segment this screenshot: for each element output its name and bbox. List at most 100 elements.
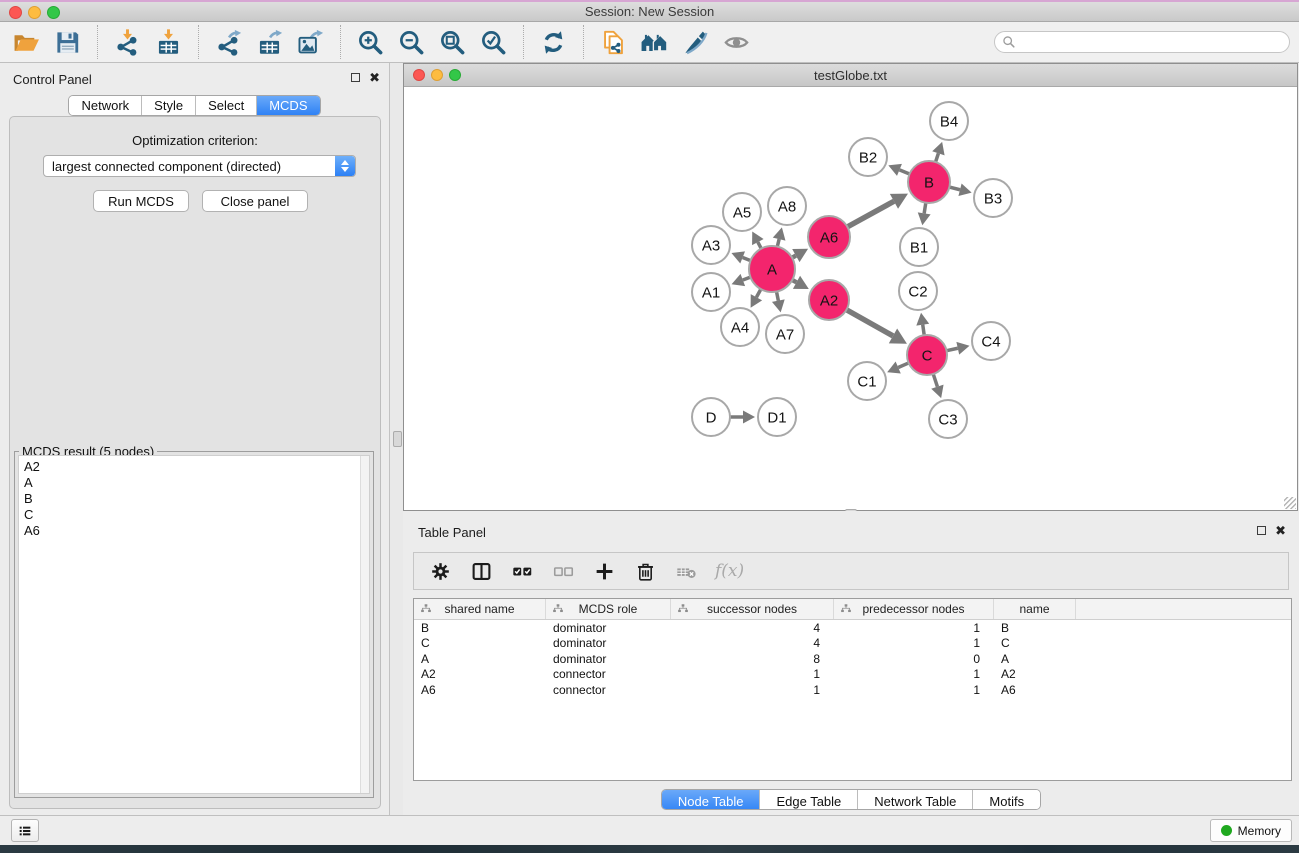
close-window-icon[interactable]	[9, 6, 22, 19]
zoom-fit-button[interactable]	[437, 26, 468, 58]
node-C2[interactable]	[899, 272, 937, 310]
tab-select[interactable]: Select	[195, 96, 256, 115]
table-cell[interactable]: dominator	[546, 636, 671, 652]
table-cell[interactable]: A6	[414, 682, 546, 698]
table-cell[interactable]: A2	[414, 667, 546, 683]
deselect-all-button[interactable]	[551, 558, 575, 584]
table-cell[interactable]: 1	[834, 636, 994, 652]
node-B3[interactable]	[974, 179, 1012, 217]
mcds-result-list[interactable]: A2ABCA6	[18, 455, 370, 794]
edge-A-A5[interactable]	[758, 242, 761, 249]
result-list-item[interactable]: A6	[19, 523, 369, 539]
edge-B-B2[interactable]	[899, 170, 909, 174]
table-row[interactable]: Adominator80A	[414, 651, 1291, 667]
maximize-window-icon[interactable]	[47, 6, 60, 19]
table-cell[interactable]: B	[994, 620, 1076, 636]
delete-table-button[interactable]	[674, 558, 698, 584]
edge-A-A8[interactable]	[777, 239, 779, 247]
edge-B-B4[interactable]	[936, 153, 939, 162]
tab-network[interactable]: Network	[69, 96, 141, 115]
table-cell[interactable]: A	[414, 651, 546, 667]
edge-C-C3[interactable]	[933, 374, 937, 387]
search-input[interactable]	[1020, 33, 1289, 51]
table-cell[interactable]: 1	[834, 682, 994, 698]
result-list-item[interactable]: B	[19, 491, 369, 507]
table-close-icon[interactable]: ✖	[1275, 525, 1286, 536]
run-mcds-button[interactable]: Run MCDS	[93, 190, 189, 212]
vertical-divider-grip[interactable]	[393, 431, 402, 447]
minimize-window-icon[interactable]	[28, 6, 41, 19]
tab-node-table[interactable]: Node Table	[662, 790, 760, 810]
select-all-button[interactable]	[510, 558, 534, 584]
resize-corner-handle[interactable]	[1284, 497, 1296, 509]
table-cell[interactable]: 4	[671, 636, 834, 652]
column-header-successor-nodes[interactable]: successor nodes	[671, 599, 834, 619]
edge-C-C2[interactable]	[923, 325, 924, 336]
table-cell[interactable]: dominator	[546, 620, 671, 636]
table-cell[interactable]: 1	[671, 667, 834, 683]
table-cell[interactable]: connector	[546, 682, 671, 698]
node-A2[interactable]	[809, 280, 849, 320]
node-D1[interactable]	[758, 398, 796, 436]
float-panel-icon[interactable]	[351, 73, 360, 82]
table-cell[interactable]: C	[414, 636, 546, 652]
table-cell[interactable]: 1	[834, 620, 994, 636]
node-A1[interactable]	[692, 273, 730, 311]
edge-C-C4[interactable]	[947, 348, 958, 350]
network-canvas[interactable]: AA1A2A3A4A5A6A7A8BB1B2B3B4CC1C2C3C4DD1	[404, 87, 1297, 509]
tab-motifs[interactable]: Motifs	[972, 790, 1040, 810]
split-pane-button[interactable]	[469, 558, 493, 584]
open-folder-button[interactable]	[11, 26, 42, 58]
node-B2[interactable]	[849, 138, 887, 176]
houses-button[interactable]	[639, 26, 670, 58]
node-C4[interactable]	[972, 322, 1010, 360]
table-row[interactable]: A2connector11A2	[414, 667, 1291, 683]
edge-A-A7[interactable]	[777, 292, 779, 301]
edge-A6-B[interactable]	[847, 201, 894, 227]
zoom-in-button[interactable]	[355, 26, 386, 58]
zoom-out-button[interactable]	[396, 26, 427, 58]
criterion-dropdown[interactable]: largest connected component (directed)	[43, 155, 356, 177]
node-B4[interactable]	[930, 102, 968, 140]
node-A5[interactable]	[723, 193, 761, 231]
delete-button[interactable]	[633, 558, 657, 584]
export-image-button[interactable]	[295, 26, 326, 58]
result-list-item[interactable]: C	[19, 507, 369, 523]
add-button[interactable]	[592, 558, 616, 584]
import-table-button[interactable]	[153, 26, 184, 58]
close-panel-icon[interactable]: ✖	[369, 72, 380, 83]
table-row[interactable]: Bdominator41B	[414, 620, 1291, 636]
tab-edge-table[interactable]: Edge Table	[759, 790, 857, 810]
search-field[interactable]	[994, 31, 1290, 53]
edge-B-B3[interactable]	[949, 187, 960, 190]
result-list-item[interactable]: A2	[19, 459, 369, 475]
import-network-button[interactable]	[112, 26, 143, 58]
edge-A-A1[interactable]	[743, 277, 751, 280]
table-cell[interactable]: 1	[671, 682, 834, 698]
node-A3[interactable]	[692, 226, 730, 264]
tab-mcds[interactable]: MCDS	[256, 96, 319, 115]
node-A7[interactable]	[766, 315, 804, 353]
export-network-button[interactable]	[213, 26, 244, 58]
table-row[interactable]: A6connector11A6	[414, 682, 1291, 698]
column-header-shared-name[interactable]: shared name	[414, 599, 546, 619]
node-B1[interactable]	[900, 228, 938, 266]
node-A4[interactable]	[721, 308, 759, 346]
copy-share-button[interactable]	[598, 26, 629, 58]
node-A[interactable]	[749, 246, 795, 292]
node-A8[interactable]	[768, 187, 806, 225]
edge-A2-C[interactable]	[846, 310, 893, 336]
node-D[interactable]	[692, 398, 730, 436]
export-table-button[interactable]	[254, 26, 285, 58]
column-header-name[interactable]: name	[994, 599, 1076, 619]
zoom-selected-button[interactable]	[478, 26, 509, 58]
tab-network-table[interactable]: Network Table	[857, 790, 972, 810]
column-header-mcds-role[interactable]: MCDS role	[546, 599, 671, 619]
table-cell[interactable]: 8	[671, 651, 834, 667]
result-list-item[interactable]: A	[19, 475, 369, 491]
result-scrollbar[interactable]	[360, 456, 369, 793]
table-cell[interactable]: 0	[834, 651, 994, 667]
edge-A-A3[interactable]	[743, 257, 751, 260]
refresh-button[interactable]	[538, 26, 569, 58]
table-cell[interactable]: A2	[994, 667, 1076, 683]
